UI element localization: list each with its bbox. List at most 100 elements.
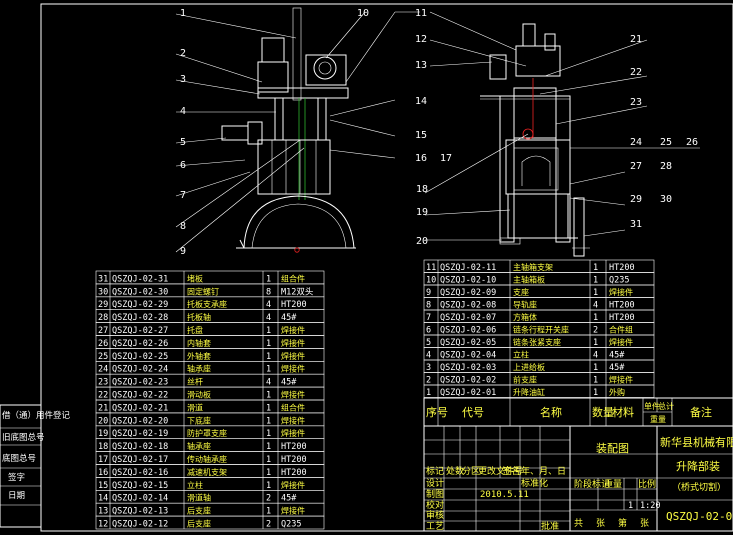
bom-right-code: QSZQJ-02-01 [440,388,496,398]
bom-left-row: 28 QSZQJ-02-28 托板轴 4 45# [95,309,325,323]
bom-left-qty: 1 [266,352,271,362]
bom-right-name: 前支座 [513,375,537,385]
bom-header-weight: 重量 [650,414,666,424]
bom-left-name: 传动轴承座 [187,454,227,464]
bom-right-code: QSZQJ-02-08 [440,301,496,311]
bom-left-row: 31 QSZQJ-02-31 堵板 1 组合件 [95,270,325,284]
bom-left-qty: 8 [266,287,271,297]
bom-right-code: QSZQJ-02-04 [440,351,496,361]
bom-header-code: 代号 [462,406,484,419]
bom-right-no: 6 [426,326,431,336]
bom-left-qty: 1 [266,507,271,517]
bom-right-code: QSZQJ-02-06 [440,326,496,336]
bom-right-row: 5 QSZQJ-02-05 链条张紧支座 1 焊接件 [423,334,655,348]
tb-label-check: 校对 [426,499,444,511]
bom-left-mat: HT200 [281,300,307,310]
bom-right-name: 立柱 [513,350,529,360]
bom-left-code: QSZQJ-02-31 [112,274,168,284]
bom-left-code: QSZQJ-02-20 [112,416,168,426]
bom-left-name: 丝杆 [187,377,203,387]
bom-left-mat: 45# [281,494,297,504]
bom-left-row: 23 QSZQJ-02-23 丝杆 4 45# [95,373,325,388]
bom-left-no: 22 [98,391,108,401]
bom-header-no: 序号 [426,405,448,419]
bom-right-qty: 1 [593,313,598,323]
bom-left-qty: 2 [266,520,271,530]
bom-header: 序号 代号 名称 数量 材料 单件 总计 重量 备注 [423,397,733,427]
bom-right-qty: 2 [593,326,598,336]
bom-left-no: 24 [98,365,108,375]
bom-left-name: 减速机支架 [187,467,227,477]
tb-date: 2010.5.11 [480,490,529,500]
bom-left-mat: 焊接件 [281,480,305,490]
bom-right-qty: 1 [593,263,598,273]
bom-right-mat: HT200 [609,301,635,311]
tb-label-sheet2: 张 [640,518,649,529]
bom-left-mat: HT200 [281,455,307,465]
bom-right-qty: 1 [593,276,598,286]
tb-label-std: 标准化 [521,477,548,489]
bom-left-qty: 4 [266,378,271,388]
bom-right-row: 4 QSZQJ-02-04 立柱 4 45# [423,347,655,361]
bom-left-mat: Q235 [281,520,301,530]
bom-left-no: 31 [98,274,108,284]
bom-right-no: 5 [426,338,431,348]
company-name: 新华县机械有限公司 [660,435,733,449]
bom-left-qty: 1 [266,339,271,349]
bom-left-no: 21 [98,403,108,413]
bom-left-code: QSZQJ-02-13 [112,507,168,517]
bom-left-mat: 焊接件 [281,351,305,361]
side-view-leaders [424,11,700,241]
bom-left-no: 17 [98,455,108,465]
bom-left-mat: 焊接件 [281,338,305,348]
bom-left-row: 18 QSZQJ-02-18 轴承座 1 HT200 [95,438,325,452]
bom-right-name: 链条行程开关座 [513,325,569,335]
bom-left-name: 下底座 [187,415,211,425]
bom-right-mat: 合件组 [609,325,633,335]
bom-left-qty: 1 [266,442,271,452]
bom-left-name: 托板轴 [187,312,211,322]
bom-right-no: 8 [426,301,431,311]
side-label-1: 旧底图总号 [2,432,45,443]
side-label-3: 签字 [8,472,25,483]
bom-left-code: QSZQJ-02-15 [112,481,168,491]
bom-left-no: 27 [98,326,108,336]
bom-right-code: QSZQJ-02-11 [440,263,496,273]
tb-label-review: 审核 [426,509,444,521]
bom-left-row: 29 QSZQJ-02-29 托板支承座 4 HT200 [95,296,325,310]
bom-right-no: 11 [426,263,436,273]
bom-right-qty: 1 [593,376,598,386]
bom-left-mat: 焊接件 [281,428,305,438]
bom-left-no: 20 [98,416,108,426]
bom-right-no: 3 [426,363,431,373]
bom-right-name: 升降油缸 [513,387,545,397]
balloon-26: 26 [686,137,698,148]
front-view-leaders [175,11,420,253]
product-name: 升降部装 [676,459,720,473]
bom-right-row: 2 QSZQJ-02-02 前支座 1 焊接件 [423,372,655,386]
bom-right-row: 7 QSZQJ-02-07 方箱体 1 HT200 [423,309,655,323]
bom-right-row: 9 QSZQJ-02-09 支座 1 焊接件 [423,284,655,298]
balloon-16: 16 [415,153,427,164]
bom-left-no: 28 [98,313,108,323]
balloon-24: 24 [630,137,642,148]
bom-right-qty: 1 [593,363,598,373]
bom-left-no: 15 [98,481,108,491]
bom-left-name: 轴承座 [187,441,211,451]
tb-label-approve: 批准 [541,520,559,532]
bom-right-no: 10 [426,276,436,286]
bom-right-mat: HT200 [609,313,635,323]
bom-left-row: 14 QSZQJ-02-14 滑道轴 2 45# [95,489,325,504]
bom-right-row: 1 QSZQJ-02-01 升降油缸 1 外购 [423,384,655,398]
bom-left-name: 外轴套 [187,351,211,361]
rev-label-mark: 标记 [426,465,444,477]
bom-left-code: QSZQJ-02-27 [112,326,168,336]
bom-left-qty: 1 [266,391,271,401]
bom-left-row: 25 QSZQJ-02-25 外轴套 1 焊接件 [95,348,325,362]
bom-right-mat: 45# [609,363,625,373]
balloon-29: 29 [630,194,642,205]
bom-right-no: 7 [426,313,431,323]
balloon-9: 9 [180,246,186,257]
balloon-28: 28 [660,161,672,172]
balloon-2: 2 [180,48,186,59]
